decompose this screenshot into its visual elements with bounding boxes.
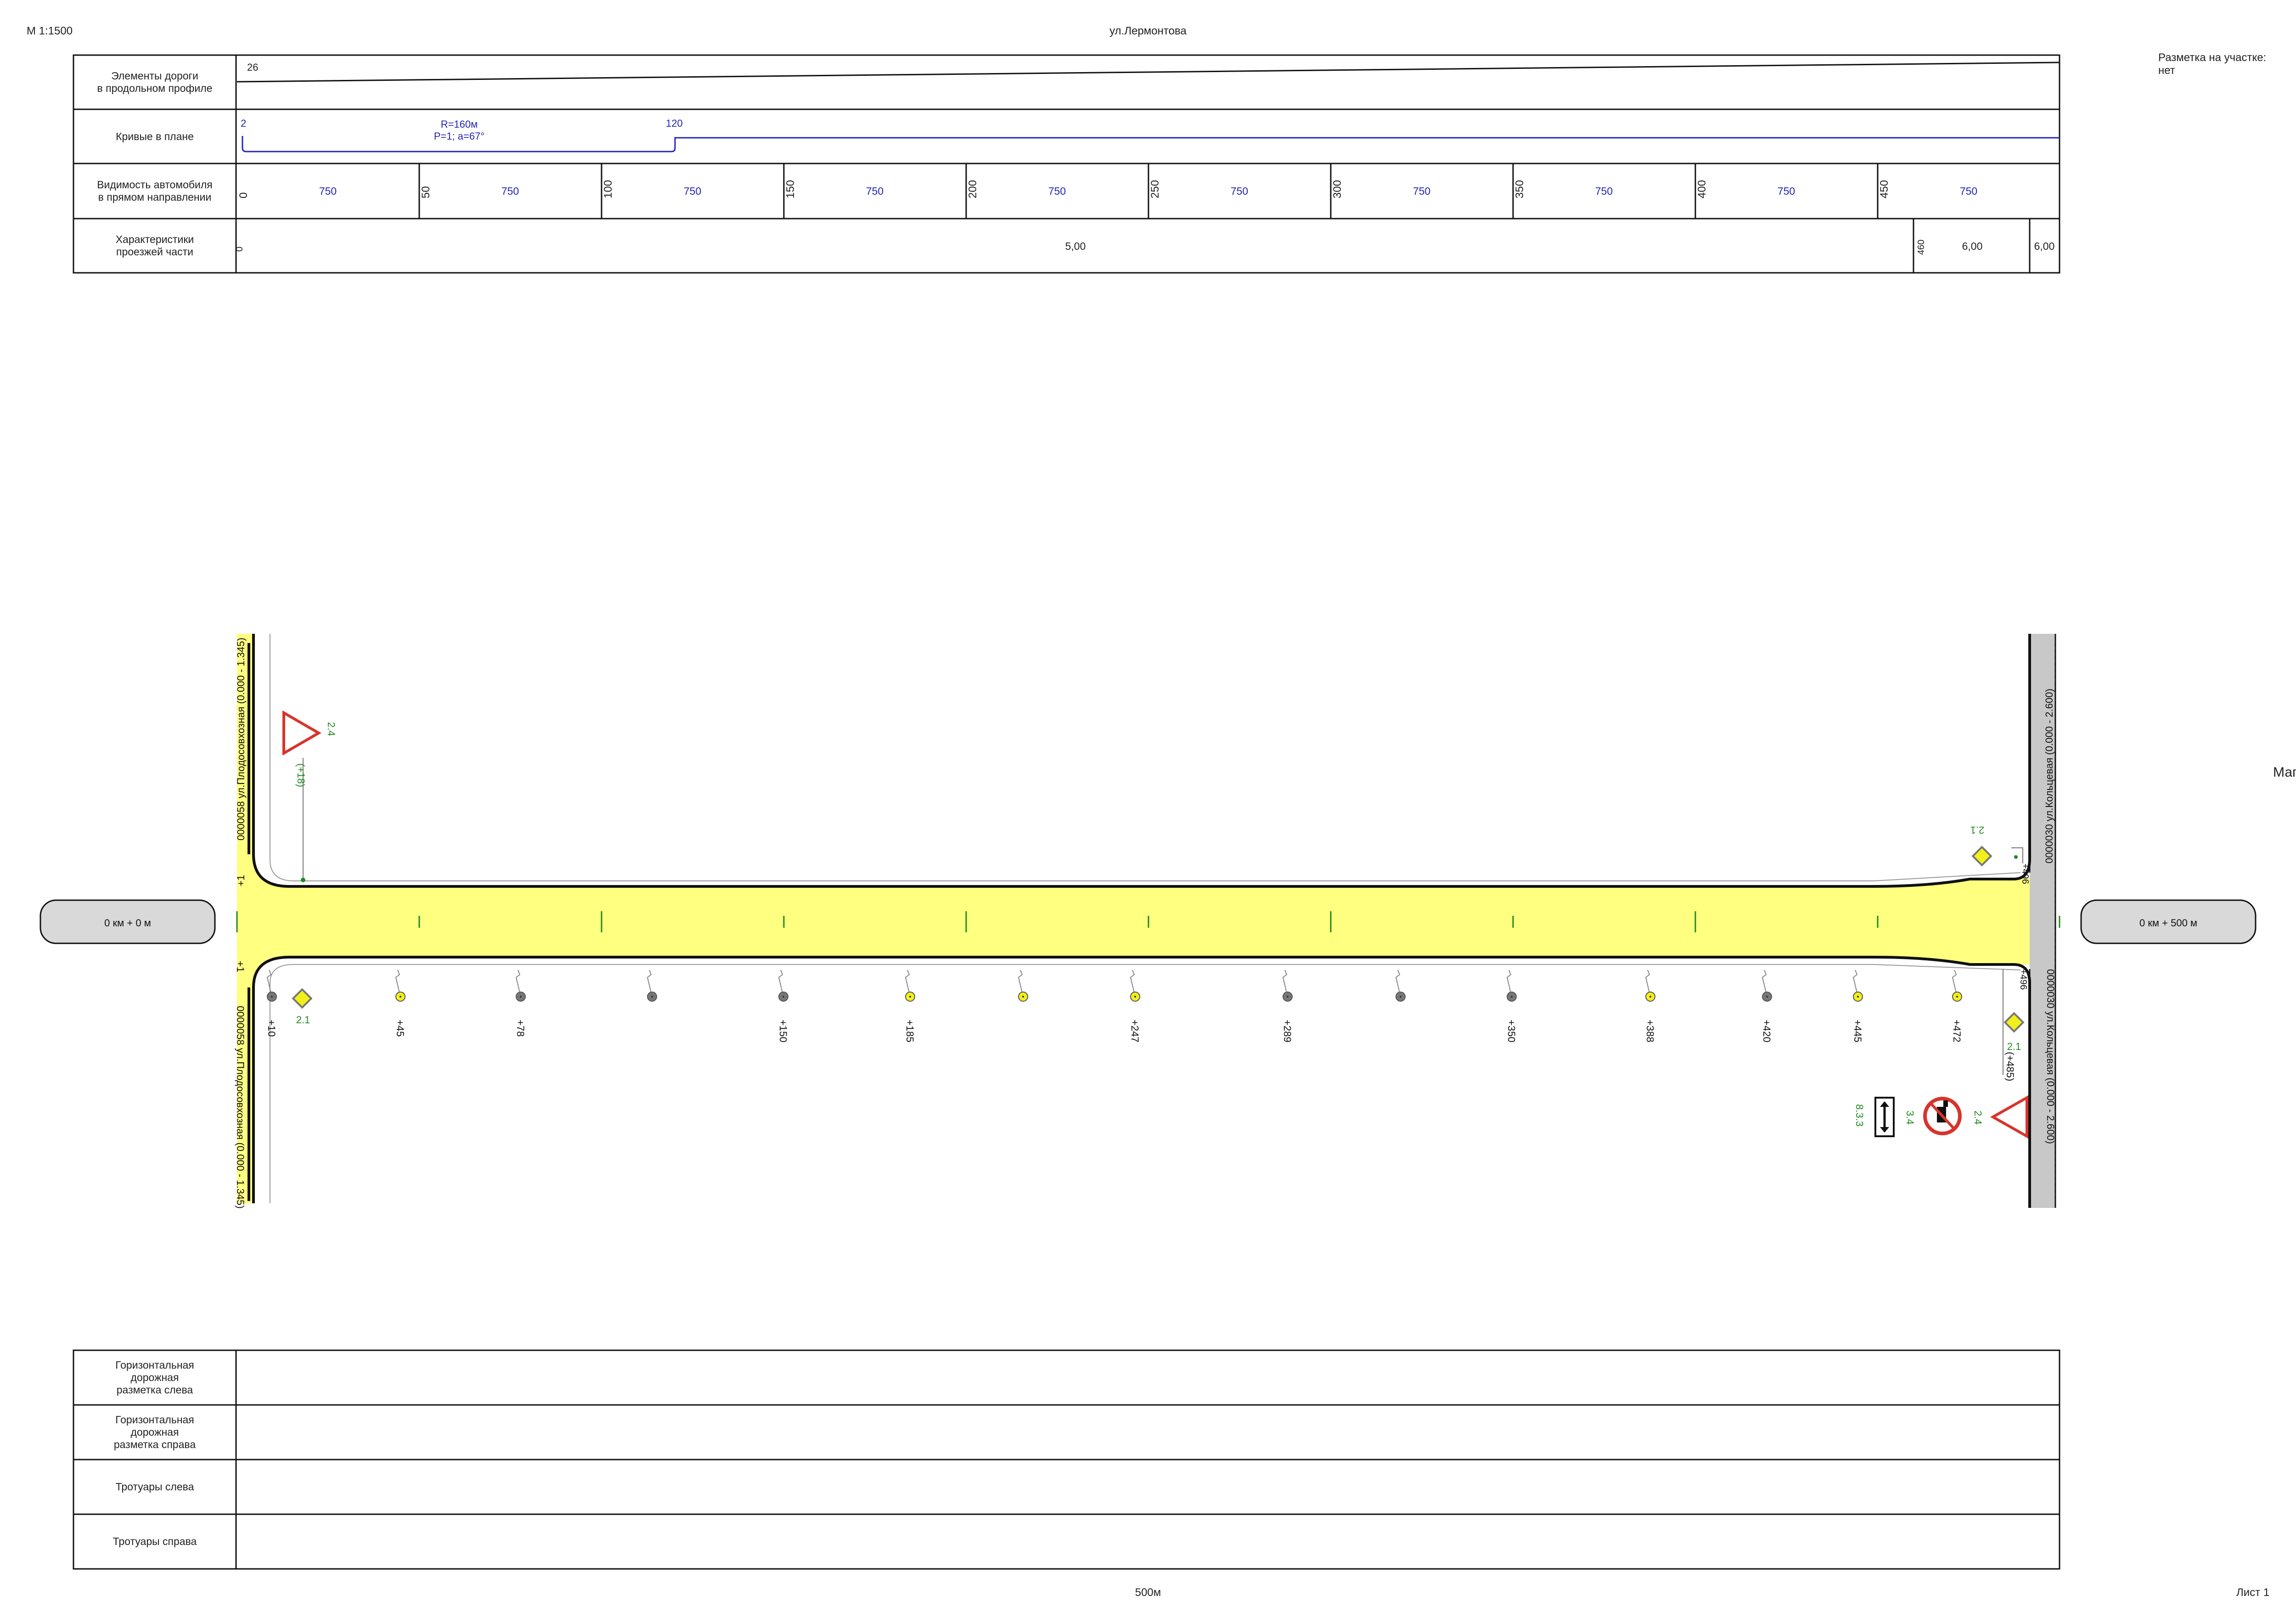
sign-bottom-right-offset: (+485): [2004, 1052, 2016, 1081]
lamp-post-icon: [395, 970, 405, 1002]
lamp-label: +420: [1761, 1020, 1773, 1043]
lamp-post-icon: [1018, 970, 1028, 1002]
sign-bottom-left-code: 2.1: [296, 1014, 310, 1026]
visibility-km: 300: [1331, 180, 1344, 198]
lamp-post-icon: [1282, 970, 1293, 1002]
visibility-km: 200: [967, 180, 979, 198]
lamp-post-icon: [1506, 970, 1517, 1002]
visibility-km: 150: [784, 180, 797, 198]
lamp-label: +185: [904, 1020, 916, 1043]
visibility-km: 0: [237, 192, 250, 198]
visibility-km: 350: [1514, 180, 1526, 198]
main-road: [237, 854, 2030, 987]
curve-params: P=1; a=67°: [434, 130, 484, 142]
visibility-value: 750: [1413, 185, 1430, 197]
left-plus-bottom: +1: [235, 961, 246, 972]
lamp-post-icon: [1395, 970, 1406, 1002]
sign-top-right-code: 2.1: [1970, 824, 1985, 836]
carriageway-width-2: 6,00: [1962, 240, 1983, 252]
curve-start: 2: [241, 118, 246, 129]
no-truck-sign-icon: [1923, 1097, 1962, 1135]
lamp-post-icon: [515, 970, 526, 1002]
lamp-post-icon: [1130, 970, 1140, 1002]
lamp-label: +150: [777, 1020, 789, 1043]
right-plus-top: +496: [2020, 863, 2030, 884]
visibility-value: 750: [1960, 185, 1977, 197]
priority-road-sign-top-right-icon: [1971, 846, 2023, 867]
curve-end: 120: [666, 118, 683, 129]
visibility-value: 750: [684, 185, 701, 197]
lamp-post-icon: [778, 970, 788, 1002]
visibility-value: 750: [866, 185, 884, 197]
road-diagram: 26 2 120 R=160м P=1; a=67° 0 750 50 750 100 7…: [39, 54, 2257, 1570]
end-chainage-label: 0 км + 500 м: [2139, 917, 2197, 929]
sign-bottom-right-code: 2.1: [2007, 1041, 2021, 1052]
lamp-post-icon: [1761, 970, 1772, 1002]
priority-road-sign-icon: [292, 988, 313, 1009]
carriageway-start: 0: [235, 247, 245, 252]
profile-line: [236, 62, 2060, 83]
left-street-top-label: 0000058 ул.Плодосовхозная (0.000 - 1.345…: [235, 637, 247, 840]
visibility-value: 750: [319, 185, 337, 197]
lamp-label: +247: [1129, 1020, 1141, 1043]
lamp-label: +445: [1852, 1020, 1863, 1043]
carriageway-width-1: 5,00: [1065, 240, 1086, 252]
lamp-post-icon: [647, 970, 657, 1002]
sign-plate-code: 8.3.3: [1854, 1104, 1865, 1127]
visibility-km: 250: [1149, 180, 1161, 198]
lamp-label: +388: [1644, 1020, 1656, 1043]
visibility-value: 750: [501, 185, 519, 197]
lamp-post-icon: [905, 970, 915, 1002]
lamp-label: +472: [1951, 1020, 1963, 1043]
sign-yield-right-code: 2.4: [1972, 1111, 1984, 1125]
bottom-table: [73, 1349, 2060, 1570]
start-chainage-label: 0 км + 0 м: [104, 917, 151, 929]
visibility-value: 750: [1595, 185, 1613, 197]
visibility-km: 400: [1696, 180, 1708, 198]
visibility-value: 750: [1778, 185, 1795, 197]
lamp-label: +45: [394, 1020, 406, 1037]
lamp-label: +350: [1506, 1020, 1517, 1043]
left-plus-top: +1: [235, 875, 247, 886]
lamp-posts: +10 +45 +78 +150 +185 +247 +289 +350 +388 +420 +44…: [266, 970, 1963, 1043]
yield-sign-right-icon: [1990, 1095, 2028, 1139]
curve-line: [242, 136, 2060, 152]
curve-radius: R=160м: [441, 118, 478, 130]
visibility-km: 100: [602, 180, 614, 198]
right-plus-bottom: +496: [2018, 969, 2028, 990]
lamp-post-icon: [1645, 970, 1655, 1002]
lamp-label: +10: [266, 1020, 277, 1037]
carriageway-break: 460: [1916, 240, 1926, 255]
visibility-value: 750: [1231, 185, 1248, 197]
carriageway-width-3: 6,00: [2034, 240, 2055, 252]
visibility-row: 0 750 50 750 100 750 150 750 200 750 250 750 300 750 3…: [237, 164, 1977, 219]
left-street-bottom-label: 0000058 ул.Плодосовхозная (0.000 - 1.345…: [235, 1006, 246, 1209]
yield-sign-icon: [282, 710, 321, 882]
visibility-km: 50: [420, 186, 432, 198]
visibility-value: 750: [1048, 185, 1066, 197]
right-street-bottom-label: 0000030 ул.Кольцевая (0.000 - 2.600): [2045, 969, 2056, 1144]
direction-plate-icon: [1874, 1097, 1895, 1137]
lamp-label: +78: [515, 1020, 526, 1037]
profile-value: 26: [247, 62, 258, 73]
lamp-post-icon: [1952, 970, 1962, 1002]
lamp-post-icon: [1852, 970, 1863, 1002]
lamp-label: +289: [1282, 1020, 1293, 1043]
right-street-top-label: 0000030 ул.Кольцевая (0.000 - 2.600): [2043, 688, 2055, 863]
sign-top-left-offset: (+18): [295, 763, 307, 787]
sign-top-left-code: 2.4: [326, 722, 337, 736]
visibility-km: 450: [1878, 180, 1891, 198]
sign-no-parking-code: 3.4: [1904, 1111, 1916, 1125]
